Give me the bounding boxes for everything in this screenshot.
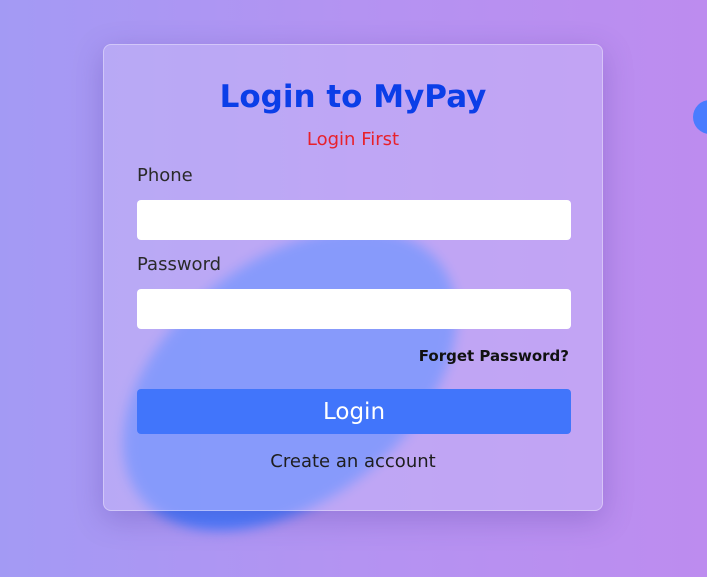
login-card: Login to MyPay Login First Phone Passwor…	[103, 44, 603, 511]
background-blob-edge-decoration	[693, 100, 707, 134]
page-title: Login to MyPay	[219, 79, 487, 115]
password-label: Password	[137, 254, 222, 275]
forget-password-link[interactable]: Forget Password?	[419, 347, 569, 365]
login-button[interactable]: Login	[137, 389, 571, 434]
forget-password-row: Forget Password?	[137, 346, 569, 365]
create-account-link[interactable]: Create an account	[270, 451, 435, 472]
error-message: Login First	[306, 129, 400, 150]
phone-input[interactable]	[137, 200, 571, 240]
phone-label: Phone	[137, 165, 193, 186]
create-account-row: Create an account	[137, 451, 569, 472]
password-input[interactable]	[137, 289, 571, 329]
